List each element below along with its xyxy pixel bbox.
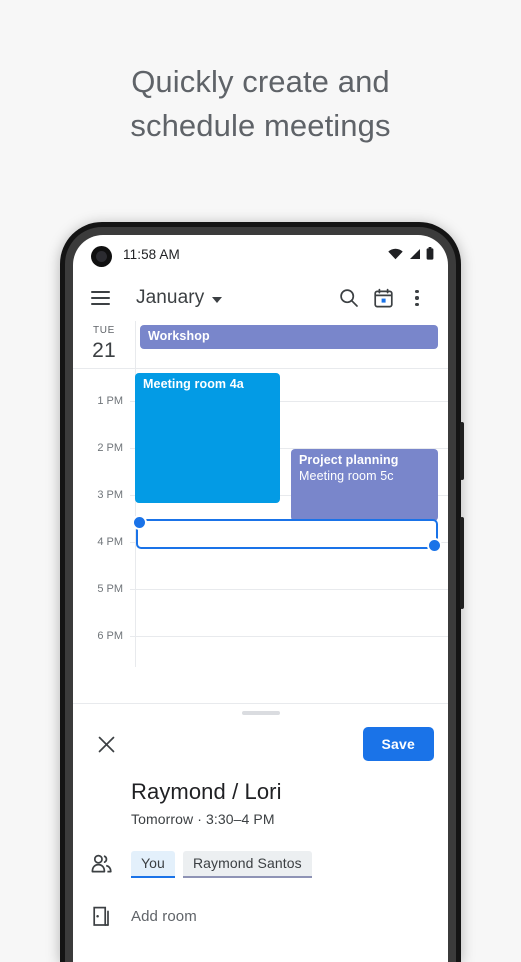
date-header[interactable]: TUE 21 xyxy=(73,325,135,363)
status-time: 11:58 AM xyxy=(123,247,180,262)
event-title-field[interactable]: Raymond / Lori xyxy=(73,765,448,805)
calendar-today-icon xyxy=(373,288,393,307)
event-subtitle: Meeting room 5c xyxy=(299,469,394,483)
save-button[interactable]: Save xyxy=(362,727,434,761)
event-project-planning[interactable]: Project planning Meeting room 5c xyxy=(291,449,438,521)
people-icon xyxy=(91,854,127,874)
page-title: Quickly create and schedule meetings xyxy=(0,60,521,148)
all-day-divider xyxy=(73,368,448,369)
hour-label-6pm: 6 PM xyxy=(97,630,123,642)
app-toolbar: January xyxy=(73,275,448,321)
chevron-down-icon xyxy=(212,296,223,303)
status-icons xyxy=(388,247,434,260)
more-vertical-icon xyxy=(415,289,419,307)
today-button[interactable] xyxy=(366,281,400,315)
phone-screen: 11:58 AM January TUE 21 1 PM 2 PM 3 PM 4… xyxy=(73,235,448,962)
search-icon xyxy=(340,289,358,307)
phone-frame: 11:58 AM January TUE 21 1 PM 2 PM 3 PM 4… xyxy=(60,222,464,962)
day-abbreviation: TUE xyxy=(92,325,116,336)
day-number: 21 xyxy=(92,339,116,362)
resize-handle-start[interactable] xyxy=(132,515,147,530)
close-icon xyxy=(98,736,114,752)
overflow-menu-button[interactable] xyxy=(400,281,434,315)
phone-power-button[interactable] xyxy=(460,517,464,609)
close-button[interactable] xyxy=(91,729,121,759)
month-selector[interactable]: January xyxy=(136,287,223,309)
event-workshop[interactable]: Workshop xyxy=(140,325,438,349)
event-bottom-sheet: Save Raymond / Lori Tomorrow · 3:30–4 PM… xyxy=(73,703,448,962)
hour-line-5pm xyxy=(130,589,448,590)
event-title: Project planning xyxy=(299,453,399,467)
event-meeting-room-4a[interactable]: Meeting room 4a xyxy=(135,373,280,503)
hour-label-3pm: 3 PM xyxy=(97,489,123,501)
phone-volume-button[interactable] xyxy=(460,422,464,480)
add-room-label[interactable]: Add room xyxy=(131,908,197,925)
guest-chip-raymond-santos[interactable]: Raymond Santos xyxy=(182,850,312,878)
hour-label-2pm: 2 PM xyxy=(97,442,123,454)
search-button[interactable] xyxy=(332,281,366,315)
door-icon xyxy=(91,906,127,927)
month-label: January xyxy=(136,287,205,308)
new-event-selection[interactable] xyxy=(132,515,442,553)
event-title: Meeting room 4a xyxy=(143,377,244,391)
resize-handle-end[interactable] xyxy=(427,538,442,553)
hour-line-6pm xyxy=(130,636,448,637)
hour-label-4pm: 4 PM xyxy=(97,536,123,548)
calendar-grid[interactable]: TUE 21 1 PM 2 PM 3 PM 4 PM 5 PM 6 PM Wor… xyxy=(73,321,448,667)
status-bar: 11:58 AM xyxy=(73,235,448,275)
event-datetime[interactable]: Tomorrow · 3:30–4 PM xyxy=(73,805,448,827)
signal-icon xyxy=(410,248,420,259)
sheet-header: Save xyxy=(73,715,448,765)
guest-chip-list: You Raymond Santos xyxy=(131,850,312,878)
page-title-line-1: Quickly create and xyxy=(131,64,390,99)
battery-icon xyxy=(426,247,434,260)
wifi-icon xyxy=(388,248,403,259)
guest-chip-you[interactable]: You xyxy=(131,850,175,878)
guests-row: You Raymond Santos xyxy=(73,849,448,879)
room-row[interactable]: Add room xyxy=(73,901,448,931)
front-camera-icon xyxy=(91,246,112,267)
hamburger-menu-icon[interactable] xyxy=(91,291,110,305)
event-title: Workshop xyxy=(148,329,210,343)
page-title-line-2: schedule meetings xyxy=(130,108,391,143)
hour-label-1pm: 1 PM xyxy=(97,395,123,407)
hour-label-5pm: 5 PM xyxy=(97,583,123,595)
